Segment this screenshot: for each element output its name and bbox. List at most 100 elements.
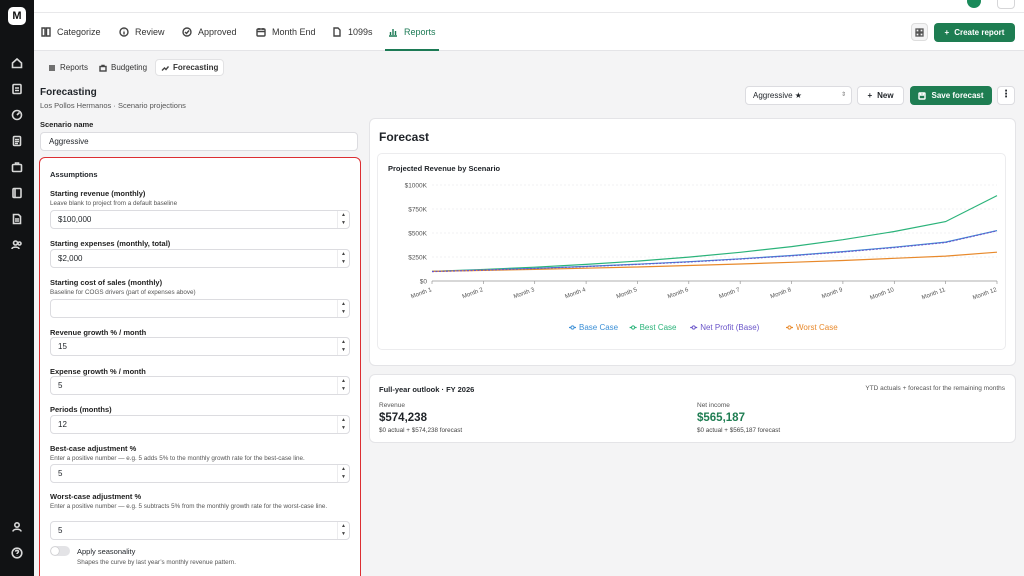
subtab-reports[interactable]: Reports [43,59,93,76]
tab-month-end[interactable]: Month End [256,13,316,51]
y-tick-label: $1000K [405,183,428,190]
tab-label: 1099s [348,27,373,37]
ledger-icon[interactable] [11,187,23,199]
y-tick-label: $0 [420,279,428,286]
starting-revenue-input[interactable]: $100,000 ▲ ▼ [50,210,350,229]
chevron-down-icon[interactable]: ▼ [338,346,349,354]
home-icon[interactable] [11,57,23,69]
calendar-icon [256,28,266,37]
chevron-up-icon[interactable]: ▲ [338,377,349,385]
save-forecast-button[interactable]: Save forecast [910,86,992,105]
input-value: $2,000 [58,254,83,263]
revenue-detail: $0 actual + $574,238 forecast [379,427,463,434]
x-tick-label: Month 2 [462,287,485,300]
x-tick-label: Month 1 [410,287,433,300]
chevron-up-icon[interactable]: ▲ [338,300,349,308]
full-year-outlook-card: Full-year outlook · FY 2026 YTD actuals … [369,374,1016,443]
tab-review[interactable]: Review [119,13,165,51]
x-tick-label: Month 7 [718,287,741,300]
revenue-label: Revenue [379,402,406,409]
account-icon[interactable] [11,521,23,533]
scenario-select[interactable]: Aggressive ★ ⇕ [745,86,852,105]
field-label: Best-case adjustment % [50,444,137,453]
chevron-down-icon[interactable]: ▼ [338,530,349,538]
grid-icon [915,27,924,37]
revenue-growth-input[interactable]: 15 ▲ ▼ [50,337,350,356]
periods-input[interactable]: 12 ▲ ▼ [50,415,350,434]
chevron-down-icon[interactable]: ▼ [338,219,349,227]
stepper[interactable]: ▲ ▼ [337,465,349,482]
chevron-down-icon[interactable]: ▼ [338,308,349,316]
input-value: $100,000 [58,215,92,224]
legend-marker [631,325,636,330]
legend-marker [787,325,792,330]
stepper[interactable]: ▲ ▼ [337,250,349,267]
more-options-button[interactable]: ⋮ [997,86,1015,105]
scenario-name-input[interactable]: Aggressive [40,132,358,151]
layout-grid-button[interactable] [911,23,928,41]
chevron-up-icon[interactable]: ▲ [338,250,349,258]
chevron-up-icon[interactable]: ▲ [338,338,349,346]
input-value: 15 [58,342,67,351]
stepper[interactable]: ▲ ▼ [337,522,349,539]
chevron-down-icon[interactable]: ▼ [338,424,349,432]
kebab-icon: ⋮ [1001,89,1011,100]
revenue-value: $574,238 [379,412,427,424]
gauge-icon[interactable] [11,109,23,121]
tab-label: Reports [404,27,436,37]
plus-icon: + [867,91,873,100]
subtab-budgeting[interactable]: Budgeting [94,59,152,76]
tab-approved[interactable]: Approved [182,13,237,51]
chevron-up-icon[interactable]: ▲ [338,416,349,424]
receipt-icon[interactable] [11,83,23,95]
new-scenario-button[interactable]: + New [857,86,904,105]
create-report-button[interactable]: + Create report [934,23,1015,42]
save-label: Save forecast [931,91,984,100]
tab-label: Approved [198,27,237,37]
chevron-up-icon[interactable]: ▲ [338,465,349,473]
plus-icon: + [944,28,950,37]
trend-icon [161,65,169,71]
user-avatar[interactable] [967,0,981,8]
info-icon [119,27,129,37]
chevron-down-icon[interactable]: ▼ [338,473,349,481]
new-label: New [877,91,894,100]
create-report-label: Create report [954,28,1005,37]
legend-label: Base Case [579,323,619,332]
left-rail: M [0,0,34,576]
field-label: Worst-case adjustment % [50,492,142,501]
net-income-value: $565,187 [697,412,745,424]
tab-reports[interactable]: Reports [385,13,439,51]
app-logo[interactable]: M [8,7,26,25]
subtab-forecasting[interactable]: Forecasting [155,59,225,76]
worst-case-adjustment-input[interactable]: 5 ▲ ▼ [50,521,350,540]
chevron-up-icon[interactable]: ▲ [338,211,349,219]
stepper[interactable]: ▲ ▼ [337,338,349,355]
file-icon[interactable] [11,213,23,225]
tab-categorize[interactable]: Categorize [41,13,101,51]
stepper[interactable]: ▲ ▼ [337,300,349,317]
briefcase-icon[interactable] [11,161,23,173]
help-icon[interactable] [11,547,23,559]
x-tick-label: Month 11 [921,287,947,301]
best-case-adjustment-input[interactable]: 5 ▲ ▼ [50,464,350,483]
top-menu-button[interactable] [997,0,1015,9]
stepper[interactable]: ▲ ▼ [337,416,349,433]
seasonality-toggle[interactable] [50,546,70,556]
stepper[interactable]: ▲ ▼ [337,377,349,394]
page-title: Forecasting [40,87,97,98]
page-subtitle: Los Pollos Hermanos · Scenario projectio… [40,101,186,110]
chevron-down-icon[interactable]: ▼ [338,385,349,393]
users-icon[interactable] [11,239,23,251]
starting-expenses-input[interactable]: $2,000 ▲ ▼ [50,249,350,268]
y-tick-label: $250K [408,255,427,262]
assumptions-heading: Assumptions [50,170,98,179]
chevron-up-icon[interactable]: ▲ [338,522,349,530]
tab-1099s[interactable]: 1099s [332,13,373,51]
assumptions-panel: Assumptions Starting revenue (monthly) L… [39,157,361,576]
starting-cost-of-sales-input[interactable]: ▲ ▼ [50,299,350,318]
chevron-down-icon[interactable]: ▼ [338,258,349,266]
stepper[interactable]: ▲ ▼ [337,211,349,228]
document-icon[interactable] [11,135,23,147]
expense-growth-input[interactable]: 5 ▲ ▼ [50,376,350,395]
